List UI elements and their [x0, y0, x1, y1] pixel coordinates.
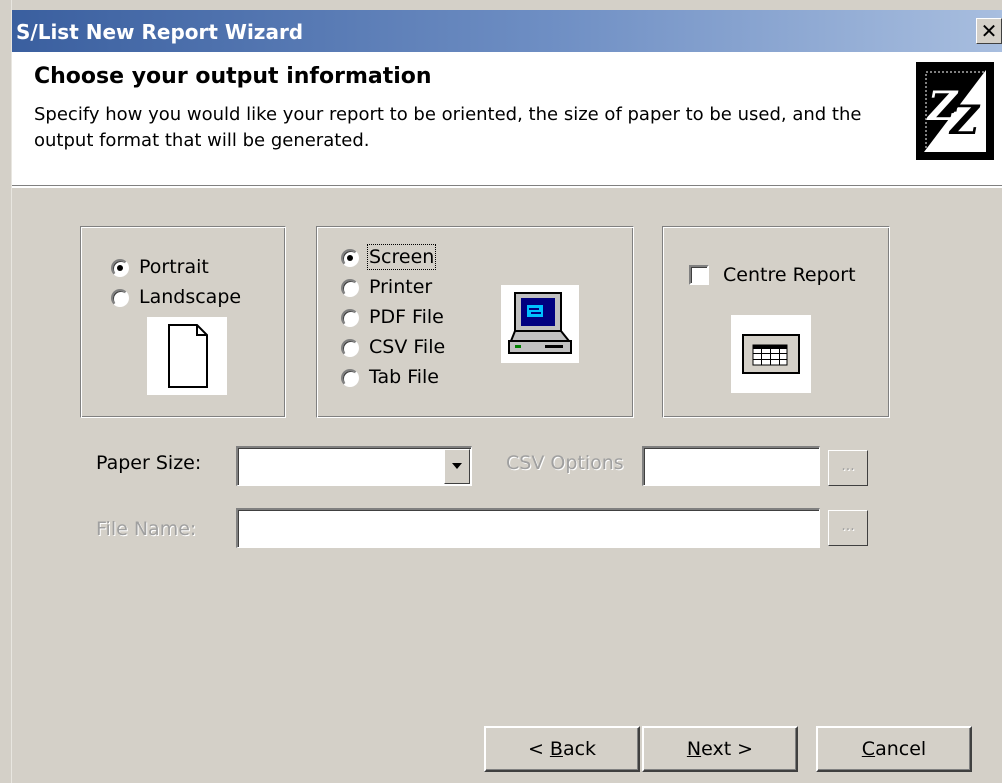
landscape-radio[interactable]: Landscape [111, 285, 261, 311]
tab-file-radio[interactable]: Tab File [341, 365, 481, 391]
csv-options-field[interactable] [642, 446, 820, 486]
portrait-radio-button[interactable] [111, 259, 129, 277]
csv-file-radio-button[interactable] [341, 339, 359, 357]
pdf-file-radio[interactable]: PDF File [341, 305, 481, 331]
csv-file-radio[interactable]: CSV File [341, 335, 481, 361]
screen-label: Screen [366, 244, 437, 270]
file-name-browse-button[interactable]: ... [828, 510, 868, 546]
csv-options-browse-button[interactable]: ... [828, 450, 868, 486]
centre-group: Centre Report [662, 226, 890, 418]
screen-radio-button[interactable] [341, 249, 359, 267]
close-button[interactable]: ✕ [976, 18, 1002, 44]
screen-radio[interactable]: Screen [341, 244, 481, 271]
tab-file-label: Tab File [369, 366, 439, 388]
next-button-label: ext > [701, 738, 754, 760]
printer-radio-button[interactable] [341, 279, 359, 297]
output-group: Screen Printer PDF File CSV File Tab Fil… [316, 226, 634, 418]
back-button[interactable]: < Back [484, 726, 640, 772]
header-separator [12, 186, 1002, 188]
cancel-button[interactable]: Cancel [816, 726, 972, 772]
page-portrait-icon [147, 317, 227, 395]
svg-text:Z: Z [948, 97, 981, 144]
pdf-file-label: PDF File [369, 306, 444, 328]
centre-report-checkbox[interactable] [689, 265, 709, 285]
page-title: Choose your output information [34, 64, 432, 89]
wizard-header: Choose your output information Specify h… [12, 52, 1002, 186]
csv-options-label: CSV Options [506, 452, 624, 474]
computer-screen-icon [501, 285, 579, 363]
printer-label: Printer [369, 276, 433, 298]
next-button-mnemonic: N [686, 738, 702, 760]
portrait-radio[interactable]: Portrait [111, 255, 261, 281]
cancel-button-label: ancel [875, 738, 927, 760]
chevron-down-icon[interactable] [444, 449, 470, 484]
portrait-label: Portrait [139, 256, 209, 278]
back-button-prefix: < [527, 738, 550, 760]
printer-radio[interactable]: Printer [341, 275, 481, 301]
landscape-label: Landscape [139, 286, 242, 308]
centre-report-checkbox-row[interactable]: Centre Report [689, 263, 879, 289]
csv-file-label: CSV File [369, 336, 446, 358]
file-name-field[interactable] [236, 508, 820, 548]
page-description: Specify how you would like your report t… [34, 104, 862, 151]
window-title: S/List New Report Wizard [16, 20, 304, 44]
paper-size-label: Paper Size: [96, 452, 202, 474]
centre-report-label: Centre Report [723, 264, 856, 286]
back-button-mnemonic: B [549, 738, 563, 760]
file-name-label: File Name: [96, 518, 197, 540]
zz-logo-icon: Z Z [916, 62, 994, 160]
cancel-button-mnemonic: C [861, 738, 876, 760]
table-grid-icon [731, 315, 811, 393]
landscape-radio-button[interactable] [111, 289, 129, 307]
window-left-edge [0, 0, 12, 783]
orientation-group: Portrait Landscape [80, 226, 286, 418]
pdf-file-radio-button[interactable] [341, 309, 359, 327]
paper-size-combobox[interactable] [236, 446, 472, 486]
title-bar[interactable]: S/List New Report Wizard ✕ [12, 10, 1002, 52]
tab-file-radio-button[interactable] [341, 369, 359, 387]
next-button[interactable]: Next > [642, 726, 798, 772]
back-button-label: ack [562, 738, 597, 760]
wizard-window: S/List New Report Wizard ✕ Choose your o… [0, 0, 1002, 783]
